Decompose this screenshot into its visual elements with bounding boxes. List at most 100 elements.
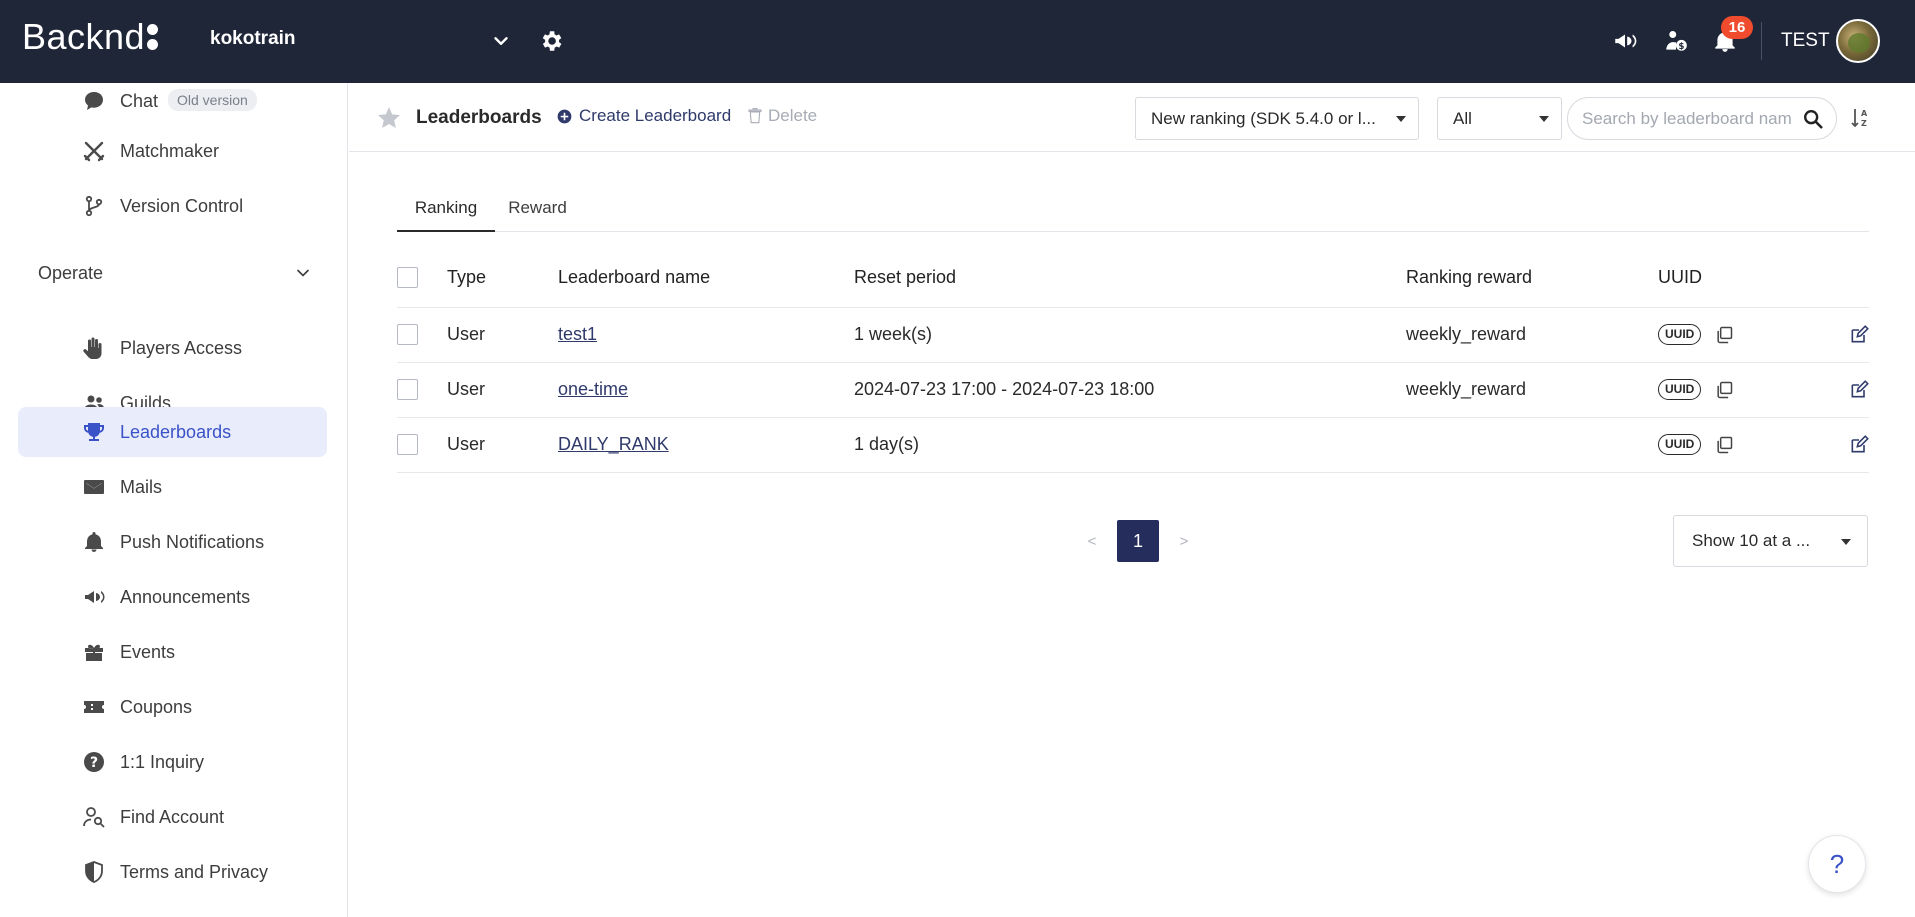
user-search-icon <box>83 807 105 828</box>
gear-icon[interactable] <box>538 28 564 54</box>
leaderboard-link[interactable]: one-time <box>558 379 628 399</box>
row-checkbox[interactable] <box>397 379 418 401</box>
row-reward: weekly_reward <box>1406 362 1658 418</box>
sidebar-item-label: Terms and Privacy <box>120 861 269 882</box>
create-leaderboard-button[interactable]: Create Leaderboard <box>557 106 731 126</box>
section-label: Operate <box>38 262 104 283</box>
user-name[interactable]: TEST <box>1781 30 1830 52</box>
gift-icon <box>85 644 103 661</box>
row-type: User <box>447 417 558 473</box>
uuid-badge: UUID <box>1658 324 1702 346</box>
plus-circle-icon <box>557 109 572 123</box>
sort-icon[interactable]: AZ <box>1849 106 1873 130</box>
tab-reward[interactable]: Reward <box>505 186 570 232</box>
page-title: Leaderboards <box>416 107 542 128</box>
prev-page-button[interactable]: < <box>1085 533 1099 550</box>
search-input[interactable] <box>1582 108 1792 130</box>
caret-down-icon <box>1841 539 1851 545</box>
leaderboard-table: Type Leaderboard name Reset period Ranki… <box>397 248 1869 473</box>
logo-text: Backnd <box>22 16 146 57</box>
leaderboard-link[interactable]: test1 <box>558 324 597 344</box>
sidebar-item-matchmaker[interactable]: Matchmaker <box>18 126 327 176</box>
hand-icon <box>83 337 102 360</box>
sidebar-item-label: Version Control <box>120 195 244 216</box>
sidebar-item-chat[interactable]: Chat Old version <box>18 76 327 126</box>
table-row: User one-time 2024-07-23 17:00 - 2024-07… <box>397 362 1869 418</box>
megaphone-icon[interactable] <box>1612 28 1638 54</box>
ranking-version-select[interactable]: New ranking (SDK 5.4.0 or l... <box>1135 97 1419 140</box>
header-actions <box>1809 248 1869 308</box>
sidebar-item-label: Push Notifications <box>120 531 265 552</box>
sidebar-item-mails[interactable]: Mails <box>18 462 327 512</box>
sidebar-item-announcements[interactable]: Announcements <box>18 572 327 622</box>
page-size-select[interactable]: Show 10 at a ... <box>1673 515 1868 567</box>
row-reset: 2024-07-23 17:00 - 2024-07-23 18:00 <box>854 362 1406 418</box>
row-reward: weekly_reward <box>1406 307 1658 363</box>
sidebar-item-terms-privacy[interactable]: Terms and Privacy <box>18 847 327 897</box>
filter-select[interactable]: All <box>1437 97 1562 140</box>
caret-down-icon <box>1539 116 1549 122</box>
project-name[interactable]: kokotrain <box>210 28 296 50</box>
copy-icon[interactable] <box>1714 435 1734 455</box>
logo-dots <box>147 24 159 50</box>
sidebar-item-label: Coupons <box>120 696 193 717</box>
sidebar-item-players-access[interactable]: Players Access <box>18 323 327 373</box>
tab-ranking[interactable]: Ranking <box>397 186 495 232</box>
top-bar: Backnd kokotrain $ 16 TEST <box>0 0 1915 83</box>
leaderboard-link[interactable]: DAILY_RANK <box>558 434 669 454</box>
sidebar-item-events[interactable]: Events <box>18 627 327 677</box>
table-row: User test1 1 week(s) weekly_reward UUID <box>397 307 1869 363</box>
sidebar-item-inquiry[interactable]: ? 1:1 Inquiry <box>18 737 327 787</box>
sidebar-item-label: Events <box>120 641 176 662</box>
row-type: User <box>447 307 558 363</box>
select-all-cell <box>397 248 447 308</box>
row-reset: 1 day(s) <box>854 417 1406 473</box>
search-box <box>1567 97 1837 140</box>
shield-icon <box>85 861 103 883</box>
sidebar-item-label: Announcements <box>120 586 251 607</box>
swords-icon <box>83 141 105 162</box>
sidebar-item-version-control[interactable]: Version Control <box>18 181 327 231</box>
sidebar-item-label: Players Access <box>120 337 243 358</box>
chevron-down-icon <box>297 269 309 277</box>
star-icon[interactable] <box>376 105 402 131</box>
copy-icon[interactable] <box>1714 380 1734 400</box>
page-button-current[interactable]: 1 <box>1117 520 1159 562</box>
row-checkbox[interactable] <box>397 324 418 346</box>
topbar-divider <box>1761 22 1762 60</box>
sidebar: Chat Old version Matchmaker Version Cont… <box>0 83 348 917</box>
row-checkbox[interactable] <box>397 434 418 456</box>
sidebar-item-push-notifications[interactable]: Push Notifications <box>18 517 327 567</box>
branch-icon <box>85 195 103 217</box>
svg-text:$: $ <box>1678 42 1684 52</box>
header-reset: Reset period <box>854 248 1406 308</box>
next-page-button[interactable]: > <box>1177 533 1191 550</box>
sidebar-item-leaderboards[interactable]: Leaderboards <box>18 407 327 457</box>
delete-button[interactable]: Delete <box>748 106 817 126</box>
uuid-badge: UUID <box>1658 434 1702 456</box>
chevron-down-icon[interactable] <box>490 30 512 52</box>
trash-icon <box>748 108 762 124</box>
tab-bar: Ranking Reward <box>397 186 1869 232</box>
section-operate[interactable]: Operate <box>38 253 313 293</box>
help-button[interactable]: ? <box>1808 835 1866 893</box>
table-row: User DAILY_RANK 1 day(s) UUID <box>397 417 1869 473</box>
mail-icon <box>84 480 104 494</box>
sidebar-item-coupons[interactable]: Coupons <box>18 682 327 732</box>
sidebar-item-find-account[interactable]: Find Account <box>18 792 327 842</box>
uuid-badge: UUID <box>1658 379 1702 401</box>
delete-label: Delete <box>768 106 818 125</box>
select-all-checkbox[interactable] <box>397 267 418 289</box>
backnd-logo[interactable]: Backnd <box>22 16 159 58</box>
edit-icon[interactable] <box>1849 435 1869 455</box>
svg-text:?: ? <box>90 755 98 771</box>
avatar[interactable] <box>1836 19 1880 63</box>
header-uuid: UUID <box>1658 248 1809 308</box>
copy-icon[interactable] <box>1714 325 1734 345</box>
search-icon[interactable] <box>1802 108 1824 130</box>
caret-down-icon <box>1396 116 1406 122</box>
dollar-person-icon[interactable]: $ <box>1663 28 1689 54</box>
edit-icon[interactable] <box>1849 325 1869 345</box>
edit-icon[interactable] <box>1849 380 1869 400</box>
ticket-icon <box>84 701 104 713</box>
